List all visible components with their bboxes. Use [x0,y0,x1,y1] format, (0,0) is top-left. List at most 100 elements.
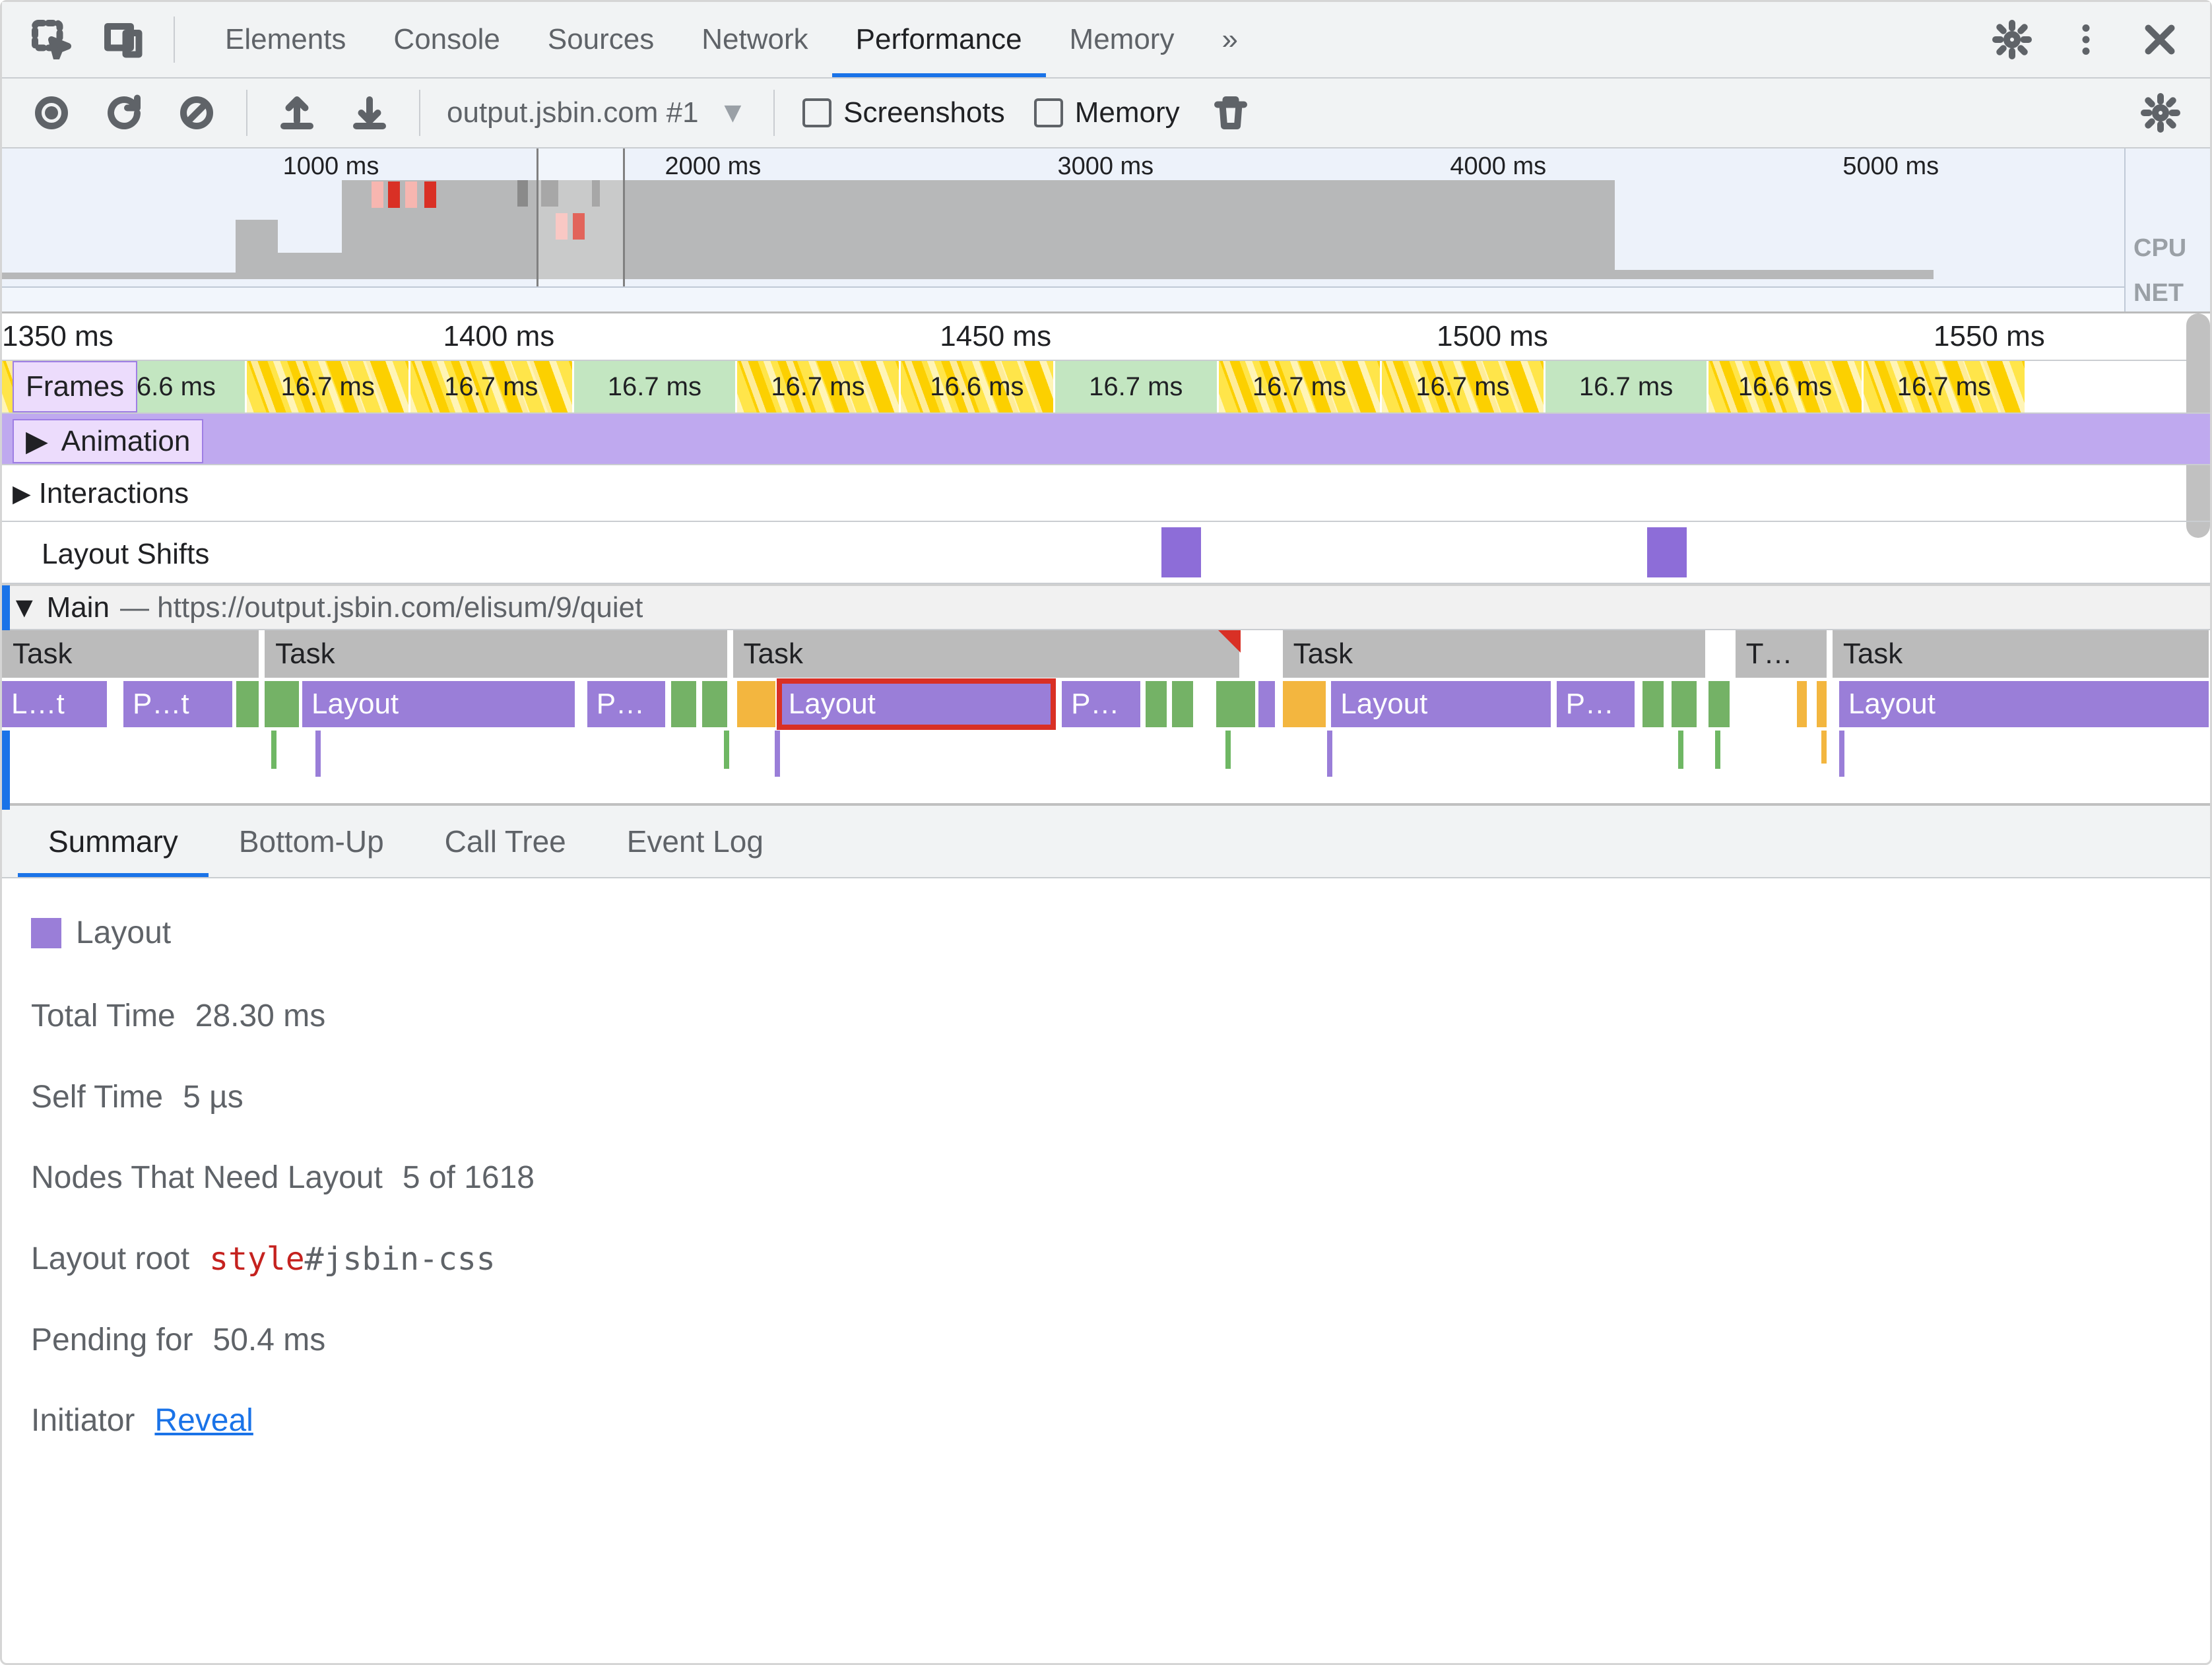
frame-duration-label: 16.7 ms [281,372,375,402]
selected-layout-event[interactable]: Layout [779,681,1053,727]
device-toolbar-icon[interactable] [94,10,154,69]
ruler-tick: 1500 ms [1437,320,1548,353]
flame-spike [1821,731,1827,764]
memory-checkbox[interactable]: Memory [1034,96,1180,129]
overview-tick: 5000 ms [1842,152,1939,181]
flame-call[interactable] [1146,681,1167,727]
flame-call[interactable] [265,681,300,727]
flame-call[interactable] [671,681,698,727]
screenshots-checkbox[interactable]: Screenshots [802,96,1005,129]
tab-memory[interactable]: Memory [1046,2,1198,77]
animation-track[interactable]: ▶ Animation [2,414,2210,465]
flame-call[interactable] [1643,681,1664,727]
collapse-arrow-icon[interactable]: ▼ [10,591,39,624]
task-bar[interactable]: Task [1833,630,2210,678]
frame-segment[interactable]: 16.7 ms [737,361,901,412]
flame-call[interactable]: P… [1557,681,1636,727]
flame-call[interactable]: Layout [1839,681,2210,727]
delete-profile-icon[interactable] [1201,83,1260,143]
frame-segment[interactable]: 16.7 ms [1219,361,1382,412]
flame-call[interactable] [1797,681,1808,727]
tab-call-tree[interactable]: Call Tree [414,806,597,877]
tab-console[interactable]: Console [370,2,523,77]
frame-segment[interactable]: 16.6 ms [1708,361,1863,412]
flame-call[interactable]: Layout [302,681,576,727]
task-bar[interactable]: Task [1283,630,1707,678]
save-profile-icon[interactable] [340,83,399,143]
summary-key: Initiator [31,1392,135,1449]
flame-call[interactable] [1672,681,1698,727]
flame-call[interactable] [1172,681,1194,727]
kebab-menu-icon[interactable] [2060,10,2112,69]
capture-settings-gear-icon[interactable] [2131,83,2190,143]
interactions-track[interactable]: ▶ Interactions [2,465,2210,522]
record-button-icon[interactable] [22,83,81,143]
task-bar[interactable]: Task [733,630,1241,678]
task-bar[interactable]: Task [265,630,729,678]
flame-spike [1327,731,1332,777]
summary-key: Pending for [31,1312,193,1369]
tab-event-log[interactable]: Event Log [597,806,794,877]
overview-minimap[interactable]: 1000 ms 2000 ms 3000 ms 4000 ms 5000 ms … [2,148,2210,313]
layout-shift-event[interactable] [1161,527,1201,577]
load-profile-icon[interactable] [267,83,327,143]
tab-sources[interactable]: Sources [524,2,678,77]
more-tabs-chevron-icon[interactable]: » [1198,2,1261,77]
clear-icon[interactable] [167,83,226,143]
frame-segment[interactable]: 16.6 ms [901,361,1055,412]
settings-gear-icon[interactable] [1986,10,2038,69]
tab-bottom-up[interactable]: Bottom-Up [209,806,414,877]
tab-performance[interactable]: Performance [832,2,1046,77]
flame-chart[interactable]: 1350 ms 1400 ms 1450 ms 1500 ms 1550 ms … [2,313,2210,803]
flame-call[interactable] [702,681,729,727]
frame-segment[interactable]: 16.7 ms [1864,361,2027,412]
flame-call[interactable] [1216,681,1256,727]
tab-summary[interactable]: Summary [18,806,209,877]
frame-segment[interactable]: 16.7 ms [1545,361,1709,412]
frame-segment[interactable]: 16.7 ms [574,361,738,412]
flame-calls-row[interactable]: L…tP…tLayoutP…LayoutP…LayoutP…Layout [2,678,2210,731]
main-thread-header[interactable]: ▼ Main — https://output.jsbin.com/elisum… [2,584,2210,630]
overview-viewport-selection[interactable] [537,148,625,286]
flame-call[interactable]: P…t [123,681,234,727]
tasks-row[interactable]: TaskTaskTaskTaskT…Task [2,630,2210,678]
inspect-element-icon[interactable] [22,10,81,69]
flame-call[interactable] [236,681,261,727]
toolbar-divider [174,16,175,63]
expand-arrow-icon[interactable]: ▶ [13,480,31,507]
frame-duration-label: 16.7 ms [1089,372,1183,402]
devtools-top-toolbar: Elements Console Sources Network Perform… [2,2,2210,79]
frame-segment[interactable]: 16.7 ms [1382,361,1545,412]
layout-shifts-track[interactable]: Layout Shifts [2,522,2210,584]
flame-call[interactable] [1283,681,1327,727]
recording-selector[interactable]: output.jsbin.com #1 ▼ [447,96,747,129]
reveal-link[interactable]: Reveal [154,1392,253,1449]
layout-shift-event[interactable] [1647,527,1687,577]
frame-segment[interactable]: 16.7 ms [247,361,410,412]
flame-call[interactable] [1708,681,1730,727]
flame-call[interactable] [1817,681,1828,727]
flame-spike [1715,731,1720,769]
summary-row-nodes: Nodes That Need Layout 5 of 1618 [31,1150,2181,1206]
summary-value: 50.4 ms [213,1312,326,1369]
animation-label-text: Animation [61,425,191,457]
frame-segment[interactable]: 16.7 ms [410,361,574,412]
frame-segment[interactable]: 16.7 ms [1055,361,1219,412]
overview-time-ticks: 1000 ms 2000 ms 3000 ms 4000 ms 5000 ms [2,152,2124,179]
frames-track[interactable]: ns16.6 ms16.7 ms16.7 ms16.7 ms16.7 ms16.… [2,361,2210,414]
summary-key: Total Time [31,988,176,1045]
task-bar[interactable]: T… [1736,630,1829,678]
flame-call[interactable]: Layout [1331,681,1552,727]
flame-call[interactable]: P… [1062,681,1141,727]
flame-call[interactable] [1258,681,1276,727]
tab-network[interactable]: Network [678,2,831,77]
flame-call[interactable]: L…t [2,681,108,727]
expand-arrow-icon[interactable]: ▶ [26,425,48,457]
flame-call[interactable]: P… [587,681,667,727]
tab-elements[interactable]: Elements [201,2,370,77]
reload-and-record-icon[interactable] [94,83,154,143]
task-bar[interactable]: Task [2,630,260,678]
flame-call[interactable] [737,681,777,727]
summary-value: style#jsbin-css [209,1231,495,1288]
close-devtools-icon[interactable] [2133,10,2186,69]
